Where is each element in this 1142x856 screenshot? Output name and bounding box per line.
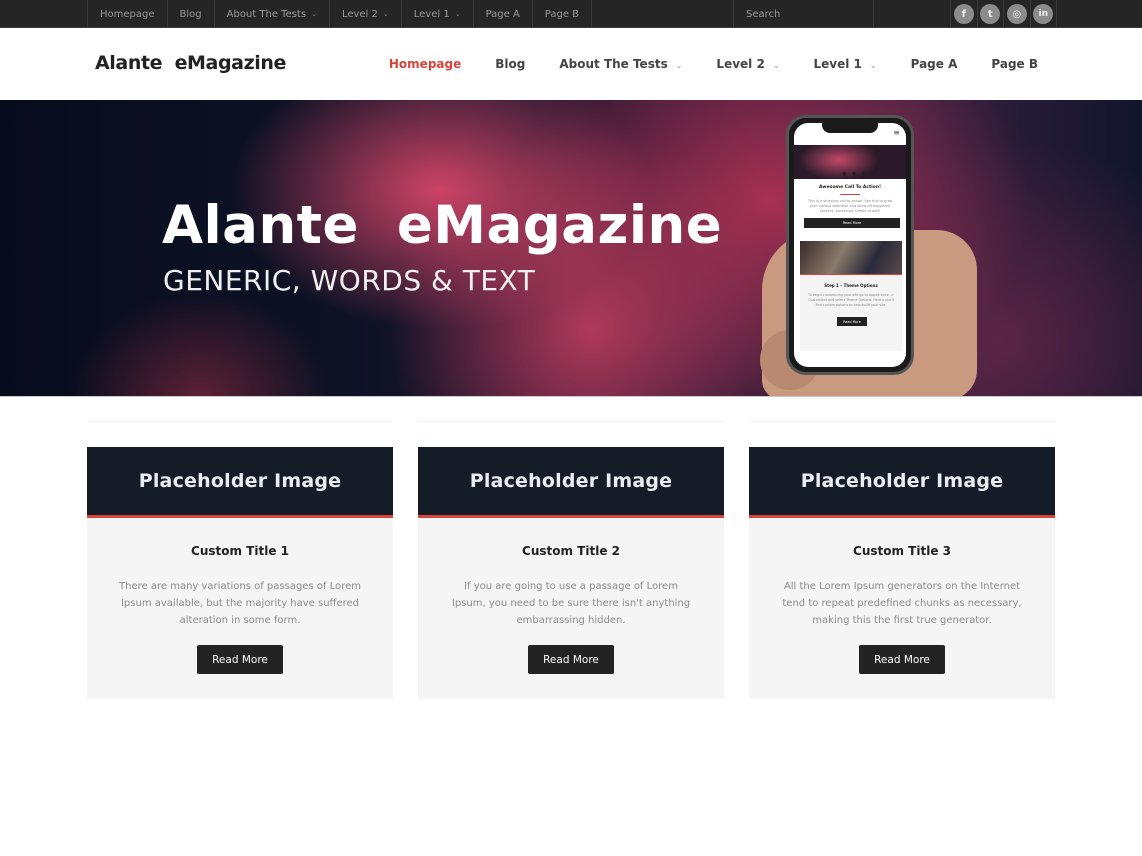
card-title: Custom Title 3 (853, 544, 951, 558)
top-menu-label: Homepage (100, 8, 155, 20)
nav-page-a[interactable]: Page A (911, 57, 958, 71)
top-menu-label: Level 1 (413, 8, 450, 20)
phone-mockup: ≡ ● ● ● Awesome Call To Action! This is … (786, 115, 914, 375)
placeholder-image: Placeholder Image (87, 447, 393, 518)
placeholder-image: Placeholder Image (418, 447, 724, 518)
top-menu-page-a[interactable]: Page A (474, 0, 533, 28)
top-menu-homepage[interactable]: Homepage (88, 0, 168, 28)
card-text: There are many variations of passages of… (119, 581, 361, 626)
facebook-icon: f (953, 4, 974, 24)
phone-cta-text: This is a stunning call to action. Use t… (807, 199, 893, 213)
chevron-down-icon: ⌄ (869, 61, 877, 70)
nav-label: About The Tests (559, 57, 668, 71)
site-logo[interactable]: Alante eMagazine (95, 52, 286, 74)
site-header: Alante eMagazine Homepage Blog About The… (0, 29, 1142, 99)
read-more-button[interactable]: Read More (197, 645, 283, 674)
top-menu-blog[interactable]: Blog (168, 0, 215, 28)
phone-card-button: Read More (837, 317, 867, 326)
main-nav: Homepage Blog About The Tests ⌄ Level 2 ⌄ … (355, 29, 1038, 99)
phone-card: Step 1 – Theme Options To begin customiz… (800, 241, 902, 351)
top-menu-label: Blog (179, 8, 202, 20)
nav-label: Homepage (388, 57, 462, 71)
chevron-down-icon: ⌄ (675, 61, 683, 70)
phone-cta-button: Read More (804, 218, 900, 228)
nav-about-the-tests[interactable]: About The Tests ⌄ (559, 57, 682, 71)
instagram-link[interactable]: ◎ (1004, 0, 1031, 28)
card-title: Custom Title 2 (522, 544, 620, 558)
top-menu-label: Page B (544, 8, 580, 20)
phone-slider-dots: ● ● ● (842, 171, 869, 177)
nav-level-2[interactable]: Level 2 ⌄ (716, 57, 779, 71)
chevron-down-icon: ⌄ (454, 10, 461, 18)
divider (749, 421, 1055, 422)
linkedin-link[interactable]: in (1031, 0, 1057, 28)
phone-card-text: To begin customizing your site go to App… (808, 293, 894, 307)
chevron-down-icon: ⌄ (311, 10, 317, 18)
top-menu-level-2[interactable]: Level 2 ⌄ (330, 0, 402, 28)
chevron-down-icon: ⌄ (772, 61, 780, 70)
read-more-button[interactable]: Read More (859, 645, 945, 674)
search-input[interactable] (746, 8, 866, 20)
card-text: All the Lorem Ipsum generators on the In… (782, 581, 1022, 626)
top-menu-label: About The Tests (226, 8, 307, 20)
nav-blog[interactable]: Blog (495, 57, 525, 71)
nav-label: Blog (495, 57, 526, 71)
feature-card: Placeholder Image Custom Title 2 If you … (418, 447, 724, 699)
hero-subtitle: GENERIC, WORDS & TEXT (163, 264, 536, 297)
feature-card: Placeholder Image Custom Title 1 There a… (87, 447, 393, 699)
top-menu: Homepage Blog About The Tests ⌄ Level 2 ⌄ … (87, 0, 593, 28)
twitter-icon: t (980, 4, 1001, 24)
search-box (733, 0, 874, 28)
hero-title: Alante eMagazine (162, 195, 723, 256)
placeholder-image-label: Placeholder Image (138, 470, 342, 492)
hero-banner: Alante eMagazine GENERIC, WORDS & TEXT ≡… (0, 100, 1142, 397)
nav-label: Page B (991, 57, 1038, 71)
top-menu-label: Level 2 (341, 8, 378, 20)
nav-page-b[interactable]: Page B (991, 57, 1038, 71)
facebook-link[interactable]: f (951, 0, 978, 28)
top-menu-page-b[interactable]: Page B (533, 0, 593, 28)
nav-homepage[interactable]: Homepage (389, 57, 461, 71)
phone-cta-underline (840, 194, 860, 195)
top-menu-level-1[interactable]: Level 1 ⌄ (402, 0, 474, 28)
placeholder-image-label: Placeholder Image (469, 470, 673, 492)
hamburger-menu-icon: ≡ (893, 128, 900, 137)
top-menu-label: Page A (485, 8, 520, 20)
phone-notch (822, 123, 878, 133)
phone-screen: ≡ ● ● ● Awesome Call To Action! This is … (794, 123, 906, 367)
nav-label: Level 1 (813, 57, 862, 71)
nav-level-1[interactable]: Level 1 ⌄ (814, 57, 877, 71)
chevron-down-icon: ⌄ (382, 10, 389, 18)
top-menu-about-the-tests[interactable]: About The Tests ⌄ (215, 0, 330, 28)
phone-card-title: Step 1 – Theme Options (824, 283, 878, 288)
nav-label: Level 2 (716, 57, 765, 71)
feature-card: Placeholder Image Custom Title 3 All the… (749, 447, 1055, 699)
social-links: f t ◎ in (950, 0, 1057, 28)
card-title: Custom Title 1 (191, 544, 289, 558)
linkedin-icon: in (1033, 4, 1054, 24)
card-text: If you are going to use a passage of Lor… (451, 581, 691, 626)
phone-cta-title: Awesome Call To Action! (818, 185, 882, 190)
placeholder-image-label: Placeholder Image (800, 470, 1004, 492)
divider (87, 421, 393, 422)
nav-label: Page A (910, 57, 958, 71)
placeholder-image: Placeholder Image (749, 447, 1055, 518)
divider (418, 421, 724, 422)
phone-card-image (800, 241, 902, 275)
instagram-icon: ◎ (1006, 4, 1027, 24)
read-more-button[interactable]: Read More (528, 645, 614, 674)
twitter-link[interactable]: t (978, 0, 1004, 28)
top-bar: Homepage Blog About The Tests ⌄ Level 2 ⌄ … (0, 0, 1142, 28)
